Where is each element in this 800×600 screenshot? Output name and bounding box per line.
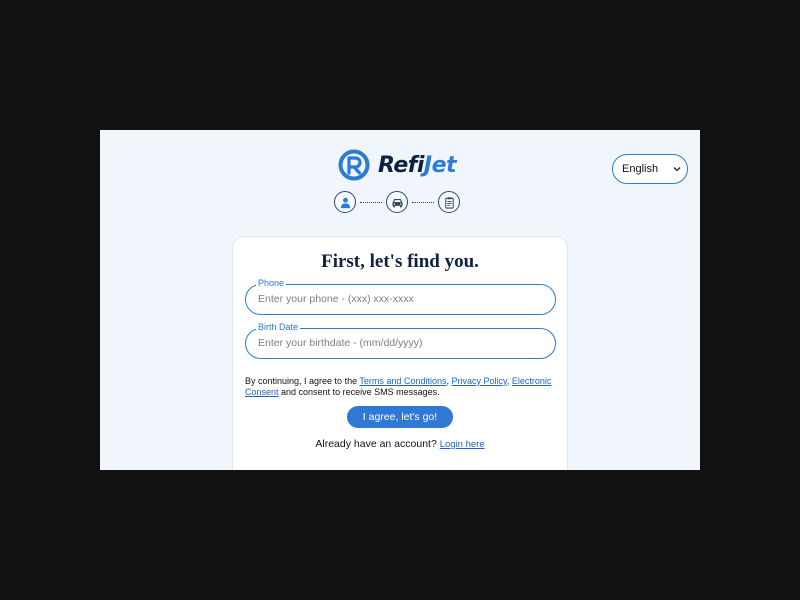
refijet-logo-icon — [338, 149, 370, 181]
login-link[interactable]: Login here — [440, 439, 485, 450]
form-title: First, let's find you. — [321, 251, 479, 272]
brand-logo[interactable]: RefiJet — [338, 148, 457, 182]
consent-text: By continuing, I agree to the Terms and … — [245, 376, 559, 398]
login-prompt-text: Already have an account? — [315, 438, 440, 450]
privacy-policy-link[interactable]: Privacy Policy — [451, 376, 506, 386]
page-viewport: RefiJet English First, let's find you. P… — [100, 130, 700, 470]
consent-suffix: and consent to receive SMS messages. — [278, 387, 440, 397]
consent-prefix: By continuing, I agree to the — [245, 376, 360, 386]
step-personal — [334, 191, 356, 213]
step-connector — [412, 201, 434, 203]
signup-card: First, let's find you. Phone Birth Date … — [232, 236, 568, 470]
agree-submit-button[interactable]: I agree, let's go! — [347, 406, 453, 428]
car-icon — [391, 198, 403, 207]
language-select-value: English — [622, 163, 659, 175]
brand-name-part1: Refi — [378, 152, 424, 178]
step-vehicle — [386, 191, 408, 213]
language-select[interactable]: English — [612, 154, 688, 184]
login-prompt: Already have an account? Login here — [233, 438, 567, 450]
clipboard-icon — [444, 196, 454, 209]
chevron-down-icon — [673, 167, 681, 172]
birthdate-input[interactable] — [258, 329, 543, 357]
birthdate-field[interactable]: Birth Date — [245, 322, 556, 359]
terms-link[interactable]: Terms and Conditions — [359, 376, 446, 386]
step-review — [438, 191, 460, 213]
brand-name: RefiJet — [378, 152, 457, 178]
phone-field[interactable]: Phone — [245, 278, 556, 315]
brand-name-part2: Jet — [423, 152, 457, 178]
step-connector — [360, 201, 382, 203]
person-icon — [340, 197, 350, 208]
phone-input[interactable] — [258, 285, 543, 313]
progress-steps — [334, 189, 460, 215]
